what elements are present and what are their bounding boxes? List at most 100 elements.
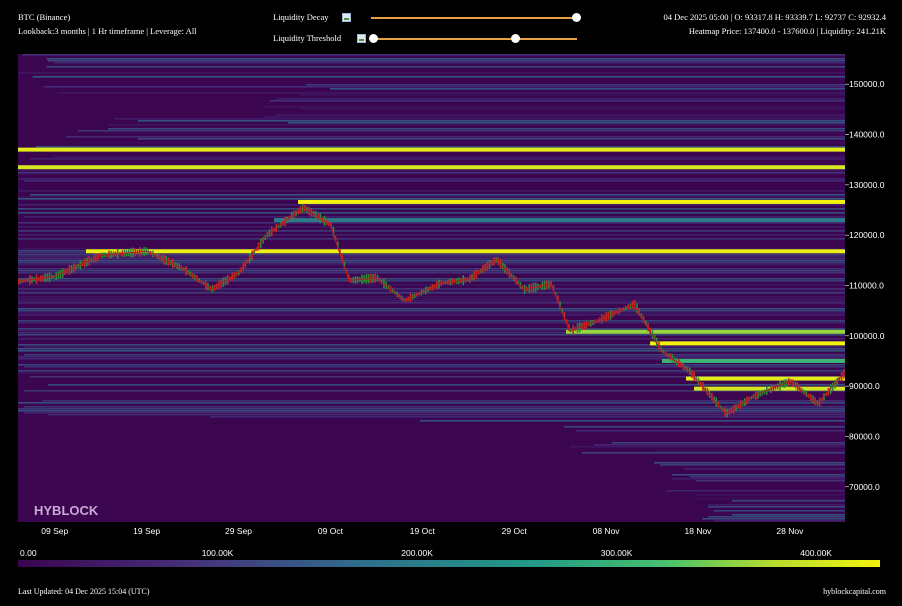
liquidation-heatmap-chart[interactable]: 150000.0 140000.0 130000.0 120000.0 110000.0… xyxy=(0,0,902,606)
liquidity-streak xyxy=(708,504,845,506)
liquidity-streak xyxy=(18,364,845,366)
liquidity-streak xyxy=(18,338,845,340)
liquidity-streak xyxy=(270,100,845,102)
liquidity-streak xyxy=(22,54,845,56)
liquidity-streak xyxy=(18,334,845,336)
liquidity-streak xyxy=(24,366,845,368)
liquidity-streak xyxy=(18,268,845,270)
liquidity-streak xyxy=(78,130,845,132)
liquidity-streak xyxy=(612,442,845,444)
liquidity-streak xyxy=(24,180,845,182)
x-axis: 09 Sep 19 Sep 29 Sep 09 Oct 19 Oct 29 Oct 08 N… xyxy=(41,526,804,536)
x-tick-label: 29 Sep xyxy=(225,526,252,536)
last-updated: Last Updated: 04 Dec 2025 15:04 (UTC) xyxy=(18,587,150,596)
colorbar-tick-label: 400.00K xyxy=(800,548,832,558)
liquidity-streak xyxy=(57,92,845,94)
liquidity-streak xyxy=(18,308,845,310)
liquidity-streak xyxy=(18,372,845,374)
colorbar-tick-label: 0.00 xyxy=(20,548,37,558)
liquidity-streak xyxy=(18,258,845,260)
x-tick-label: 09 Sep xyxy=(41,526,68,536)
y-tick-label: 120000.0 xyxy=(849,230,885,240)
liquidity-streak xyxy=(594,444,845,446)
liquidity-streak xyxy=(18,314,845,316)
liquidity-streak xyxy=(18,310,845,312)
x-tick-label: 29 Oct xyxy=(502,526,528,536)
liquidity-streak xyxy=(300,94,845,96)
liquidity-streak xyxy=(30,158,845,160)
colorbar-tick-label: 100.00K xyxy=(202,548,234,558)
liquidity-streak xyxy=(654,462,845,464)
liquidity-streak xyxy=(24,216,845,218)
liquidity-streak xyxy=(18,288,845,290)
liquidity-streak xyxy=(666,490,845,492)
liquidity-streak xyxy=(47,60,845,62)
liquidity-streak xyxy=(18,278,845,280)
liquidity-streak xyxy=(24,354,845,356)
liquidity-streak xyxy=(300,108,845,110)
x-tick-label: 19 Sep xyxy=(133,526,160,536)
colorbar xyxy=(18,560,880,567)
liquidity-streak xyxy=(732,514,845,516)
liquidity-streak xyxy=(78,142,845,144)
y-tick-label: 100000.0 xyxy=(849,331,885,341)
liquidity-streak xyxy=(264,106,845,108)
liquidity-streak xyxy=(564,426,845,428)
liquidity-streak xyxy=(18,328,845,330)
liquidity-streak xyxy=(18,280,845,282)
liquidity-streak xyxy=(114,118,845,120)
liquidity-streak xyxy=(18,292,845,294)
liquidity-streak xyxy=(66,136,845,138)
liquidity-streak xyxy=(672,478,845,480)
liquidity-streak xyxy=(288,122,845,124)
site-link[interactable]: hyblockcapital.com xyxy=(823,587,886,596)
x-tick-label: 08 Nov xyxy=(593,526,621,536)
liquidity-streak xyxy=(108,124,845,126)
y-tick-label: 70000.0 xyxy=(849,482,880,492)
liquidity-streak xyxy=(18,284,845,286)
y-tick-label: 90000.0 xyxy=(849,381,880,391)
liquidity-streak xyxy=(18,170,845,172)
y-axis: 150000.0 140000.0 130000.0 120000.0 110000.0… xyxy=(845,79,885,492)
liquidity-streak xyxy=(732,500,845,502)
liquidity-band xyxy=(86,249,845,254)
liquidity-band xyxy=(662,358,845,363)
liquidity-band xyxy=(298,199,845,204)
liquidity-streak xyxy=(18,402,845,404)
liquidity-streak xyxy=(18,322,845,324)
colorbar-tick-label: 200.00K xyxy=(401,548,433,558)
liquidity-streak xyxy=(684,468,845,470)
hyblock-watermark: HYBLOCK xyxy=(34,503,99,518)
liquidity-streak xyxy=(18,190,845,192)
liquidity-streak xyxy=(264,116,845,118)
liquidity-streak xyxy=(18,226,845,228)
liquidity-streak xyxy=(18,72,845,74)
liquidity-streak xyxy=(18,410,845,412)
liquidity-streak xyxy=(18,222,845,224)
liquidity-streak xyxy=(702,518,845,520)
liquidity-streak xyxy=(18,370,845,372)
liquidity-streak xyxy=(18,260,845,262)
liquidity-streak xyxy=(138,138,845,140)
liquidity-streak xyxy=(24,346,845,348)
liquidity-streak xyxy=(108,128,845,130)
liquidity-streak xyxy=(18,296,845,298)
x-tick-label: 19 Oct xyxy=(410,526,436,536)
y-tick-label: 140000.0 xyxy=(849,130,885,140)
liquidity-streak xyxy=(18,262,845,264)
liquidity-streak xyxy=(18,208,845,210)
liquidity-streak xyxy=(18,348,845,350)
liquidity-streak xyxy=(276,114,845,116)
y-tick-label: 150000.0 xyxy=(849,79,885,89)
liquidity-streak xyxy=(420,420,845,422)
liquidity-streak xyxy=(18,238,845,240)
liquidity-streak xyxy=(48,384,845,386)
liquidity-streak xyxy=(42,400,845,402)
liquidity-streak xyxy=(18,196,845,198)
liquidity-streak xyxy=(690,476,845,478)
liquidity-band xyxy=(566,329,845,334)
liquidity-streak xyxy=(696,498,845,500)
x-tick-label: 28 Nov xyxy=(776,526,804,536)
colorbar-tick-label: 300.00K xyxy=(601,548,633,558)
liquidity-streak xyxy=(714,510,845,512)
